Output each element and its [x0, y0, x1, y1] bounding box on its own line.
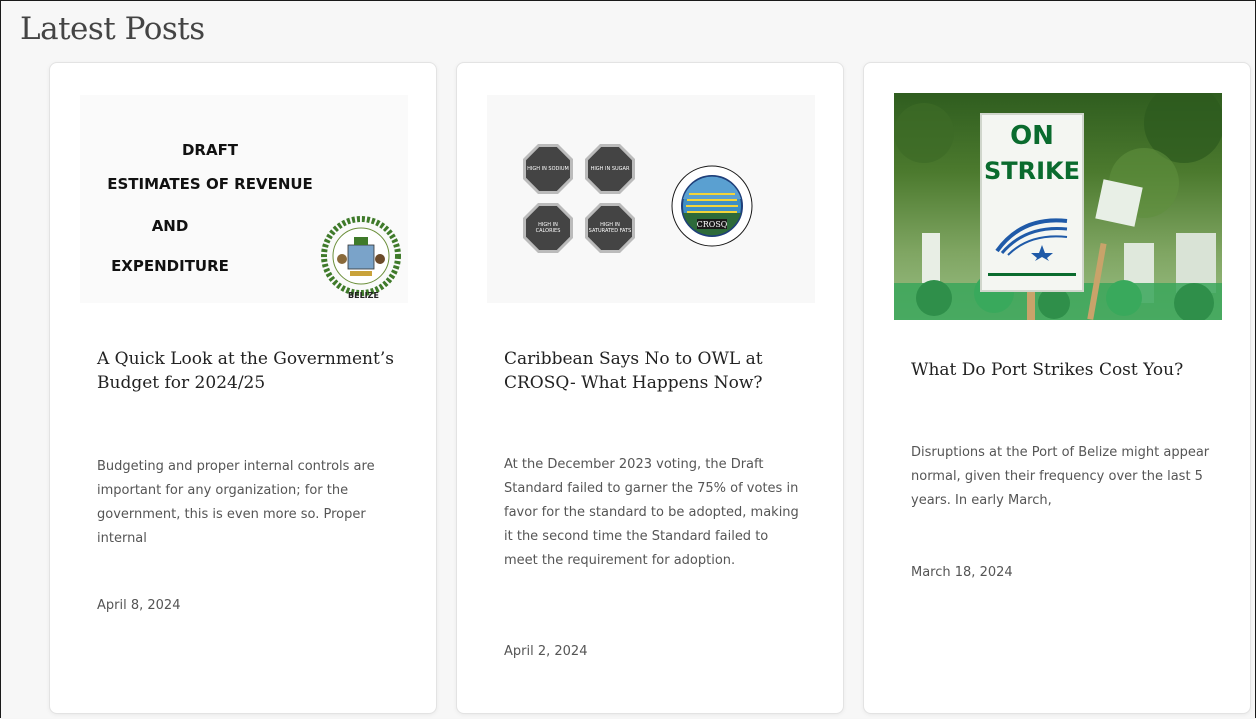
- belize-seal-icon: [321, 216, 401, 296]
- post-title[interactable]: Caribbean Says No to OWL at CROSQ- What …: [504, 347, 813, 395]
- thumb-caption: BELIZE: [348, 291, 379, 300]
- union-logo-icon: [995, 218, 1068, 261]
- post-title[interactable]: What Do Port Strikes Cost You?: [911, 358, 1220, 382]
- crosq-logo-icon: CROSQ: [671, 165, 753, 247]
- thumb-line: AND: [151, 217, 189, 235]
- post-excerpt: Budgeting and proper internal controls a…: [97, 459, 375, 546]
- thumb-line: ESTIMATES OF REVENUE: [107, 175, 313, 193]
- svg-text:CROSQ: CROSQ: [697, 220, 728, 229]
- post-title[interactable]: A Quick Look at the Government’s Budget …: [97, 347, 406, 395]
- post-excerpt: Disruptions at the Port of Belize might …: [911, 445, 1210, 508]
- section-title: Latest Posts: [20, 11, 205, 47]
- post-thumbnail-owl[interactable]: HIGH IN SODIUM HIGH IN SUGAR HIGH IN CAL…: [487, 95, 815, 303]
- page-frame: Latest Posts DRAFT ESTIMATES OF REVENUE …: [0, 0, 1256, 718]
- post-thumbnail-port-strikes[interactable]: ON STRIKE: [894, 93, 1222, 320]
- post-card-owl[interactable]: HIGH IN SODIUM HIGH IN SUGAR HIGH IN CAL…: [456, 62, 844, 714]
- post-date: April 2, 2024: [504, 644, 588, 659]
- strike-sign: ON STRIKE: [980, 113, 1084, 292]
- thumb-line: DRAFT: [181, 141, 239, 159]
- thumb-line: EXPENDITURE: [111, 257, 229, 275]
- post-excerpt: At the December 2023 voting, the Draft S…: [504, 457, 799, 568]
- post-card-budget[interactable]: DRAFT ESTIMATES OF REVENUE AND EXPENDITU…: [49, 62, 437, 714]
- post-thumbnail-budget[interactable]: DRAFT ESTIMATES OF REVENUE AND EXPENDITU…: [80, 95, 408, 303]
- post-date: March 18, 2024: [911, 565, 1013, 580]
- post-card-port-strikes[interactable]: ON STRIKE What Do Port Strikes Cost You?…: [863, 62, 1251, 714]
- post-date: April 8, 2024: [97, 598, 181, 613]
